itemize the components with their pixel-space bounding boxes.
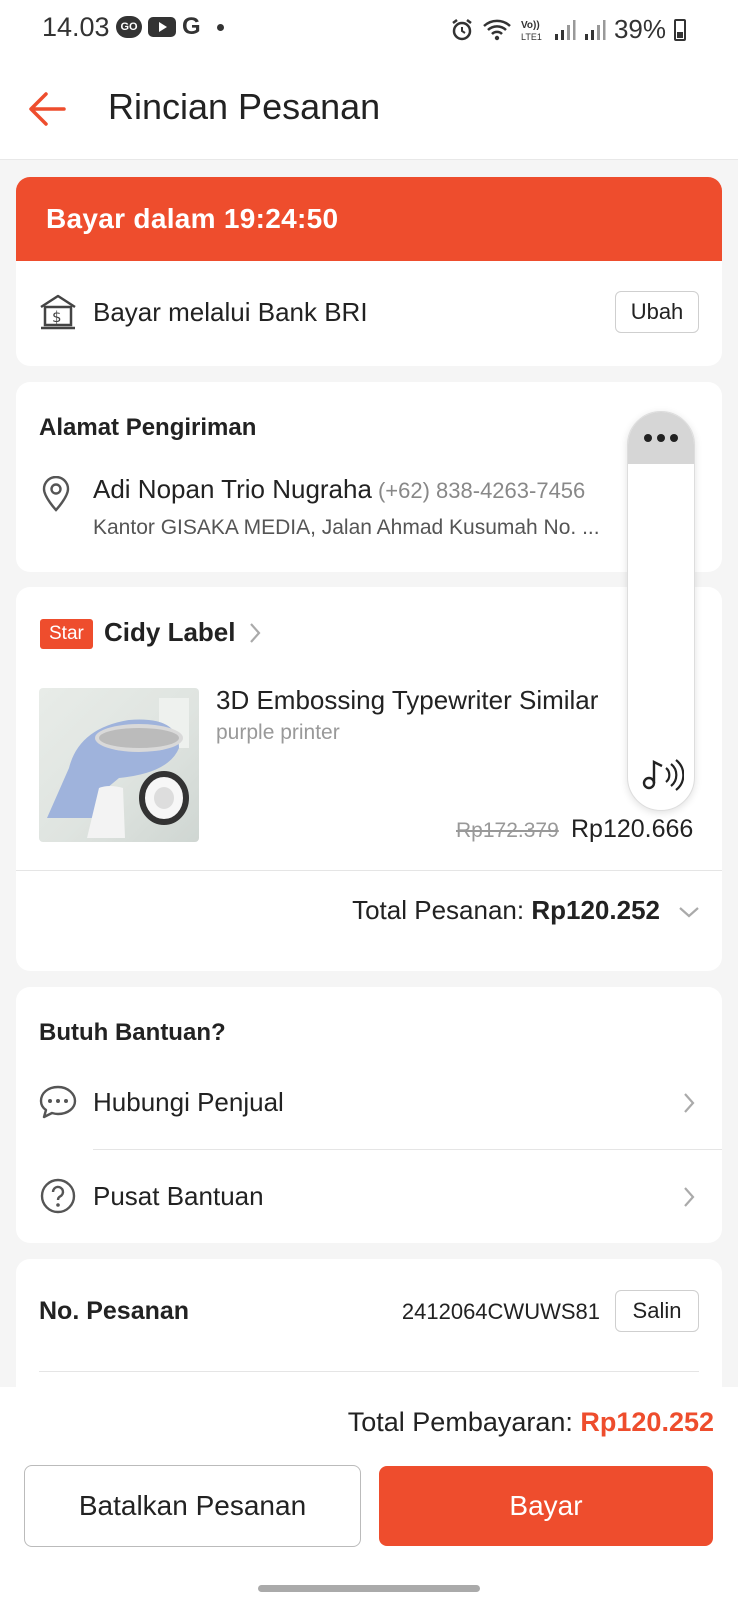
battery-percent: 39%	[613, 14, 666, 44]
contact-seller-row[interactable]: Hubungi Penjual	[16, 1063, 722, 1143]
total-payment-value: Rp120.252	[580, 1407, 714, 1437]
help-center-row[interactable]: Pusat Bantuan	[16, 1157, 722, 1237]
page-header: Rincian Pesanan	[0, 60, 738, 160]
original-price: Rp172.379	[456, 819, 559, 842]
shipping-address-card[interactable]: Alamat Pengiriman Adi Nopan Trio Nugraha…	[16, 382, 722, 572]
payment-countdown-banner: Bayar dalam 19:24:50	[16, 177, 722, 261]
total-payment-row: Total Pembayaran: Rp120.252	[348, 1407, 714, 1438]
battery-icon	[674, 18, 686, 41]
cancel-order-button[interactable]: Batalkan Pesanan	[24, 1465, 361, 1547]
shop-name[interactable]: Cidy Label	[104, 617, 235, 648]
status-notification-icons: GO G	[116, 13, 224, 40]
divider	[93, 1149, 722, 1150]
help-center-label: Pusat Bantuan	[93, 1181, 264, 1211]
page-title: Rincian Pesanan	[108, 86, 381, 127]
home-indicator[interactable]	[258, 1585, 480, 1592]
alarm-icon	[452, 18, 472, 40]
recipient-phone: (+62) 838-4263-7456	[377, 478, 586, 503]
divider	[16, 870, 722, 871]
order-number-value: 2412064CWUWS81	[401, 1299, 600, 1324]
location-pin-icon	[42, 476, 70, 512]
google-icon: G	[182, 13, 201, 40]
signal-icon	[554, 19, 576, 40]
svg-text:Vo)): Vo))	[521, 20, 540, 31]
status-bar: 14.03 GO G Vo)) LTE1 39%	[0, 0, 738, 60]
product-image[interactable]	[39, 688, 199, 842]
floating-media-widget[interactable]	[627, 411, 695, 811]
go-icon: GO	[116, 16, 142, 38]
copy-order-number-button[interactable]: Salin	[615, 1290, 699, 1332]
total-payment-label: Total Pembayaran:	[347, 1407, 573, 1437]
pay-button[interactable]: Bayar	[379, 1466, 713, 1546]
volte-icon: Vo))LTE1	[521, 20, 542, 42]
contact-seller-label: Hubungi Penjual	[93, 1087, 284, 1117]
audio-icon[interactable]	[640, 756, 684, 792]
order-total-label: Total Pesanan:	[352, 895, 525, 925]
order-number-label: No. Pesanan	[39, 1297, 190, 1325]
address-line: Kantor GISAKA MEDIA, Jalan Ahmad Kusumah…	[93, 516, 600, 539]
status-system-icons: Vo)) LTE1 39%	[450, 14, 686, 45]
dot-icon	[216, 23, 224, 31]
order-item-card: Star Cidy Label 3D Embossing Typewriter …	[16, 587, 722, 971]
chat-icon	[39, 1085, 77, 1119]
recipient-row: Adi Nopan Trio Nugraha (+62) 838-4263-745…	[93, 474, 585, 505]
recipient-name: Adi Nopan Trio Nugraha	[93, 474, 372, 504]
question-icon	[40, 1178, 76, 1214]
order-total-value: Rp120.252	[531, 895, 660, 925]
payment-method-row: $ Bayar melalui Bank BRI Ubah	[16, 261, 722, 365]
star-seller-badge: Star	[40, 619, 93, 649]
chevron-down-icon[interactable]	[678, 905, 700, 919]
change-payment-button[interactable]: Ubah	[615, 291, 699, 333]
help-title: Butuh Bantuan?	[39, 1019, 226, 1046]
chevron-right-icon[interactable]	[248, 621, 262, 645]
chevron-right-icon	[684, 1187, 695, 1207]
bank-icon: $	[40, 294, 76, 330]
product-variant: purple printer	[216, 721, 340, 744]
back-arrow-icon[interactable]	[24, 86, 70, 132]
payment-card: Bayar dalam 19:24:50 $ Bayar melalui Ban…	[16, 177, 722, 366]
shipping-address-title: Alamat Pengiriman	[39, 414, 257, 441]
svg-text:LTE1: LTE1	[521, 32, 542, 42]
signal-icon	[584, 19, 606, 40]
wifi-icon	[483, 19, 511, 40]
payment-method-label: Bayar melalui Bank BRI	[93, 297, 368, 327]
typewriter-image	[47, 698, 189, 838]
divider	[39, 1371, 699, 1372]
svg-text:$: $	[52, 308, 62, 326]
help-card: Butuh Bantuan? Hubungi Penjual Pusat Ban…	[16, 987, 722, 1243]
product-name[interactable]: 3D Embossing Typewriter Similar	[216, 685, 598, 716]
bottom-action-bar: Total Pembayaran: Rp120.252 Batalkan Pes…	[0, 1387, 738, 1600]
chevron-right-icon	[684, 1093, 695, 1113]
order-total-row[interactable]: Total Pesanan: Rp120.252	[352, 895, 660, 926]
status-time: 14.03	[42, 12, 110, 42]
youtube-icon	[148, 17, 176, 37]
more-options-icon[interactable]	[628, 412, 694, 464]
discounted-price: Rp120.666	[571, 815, 694, 843]
